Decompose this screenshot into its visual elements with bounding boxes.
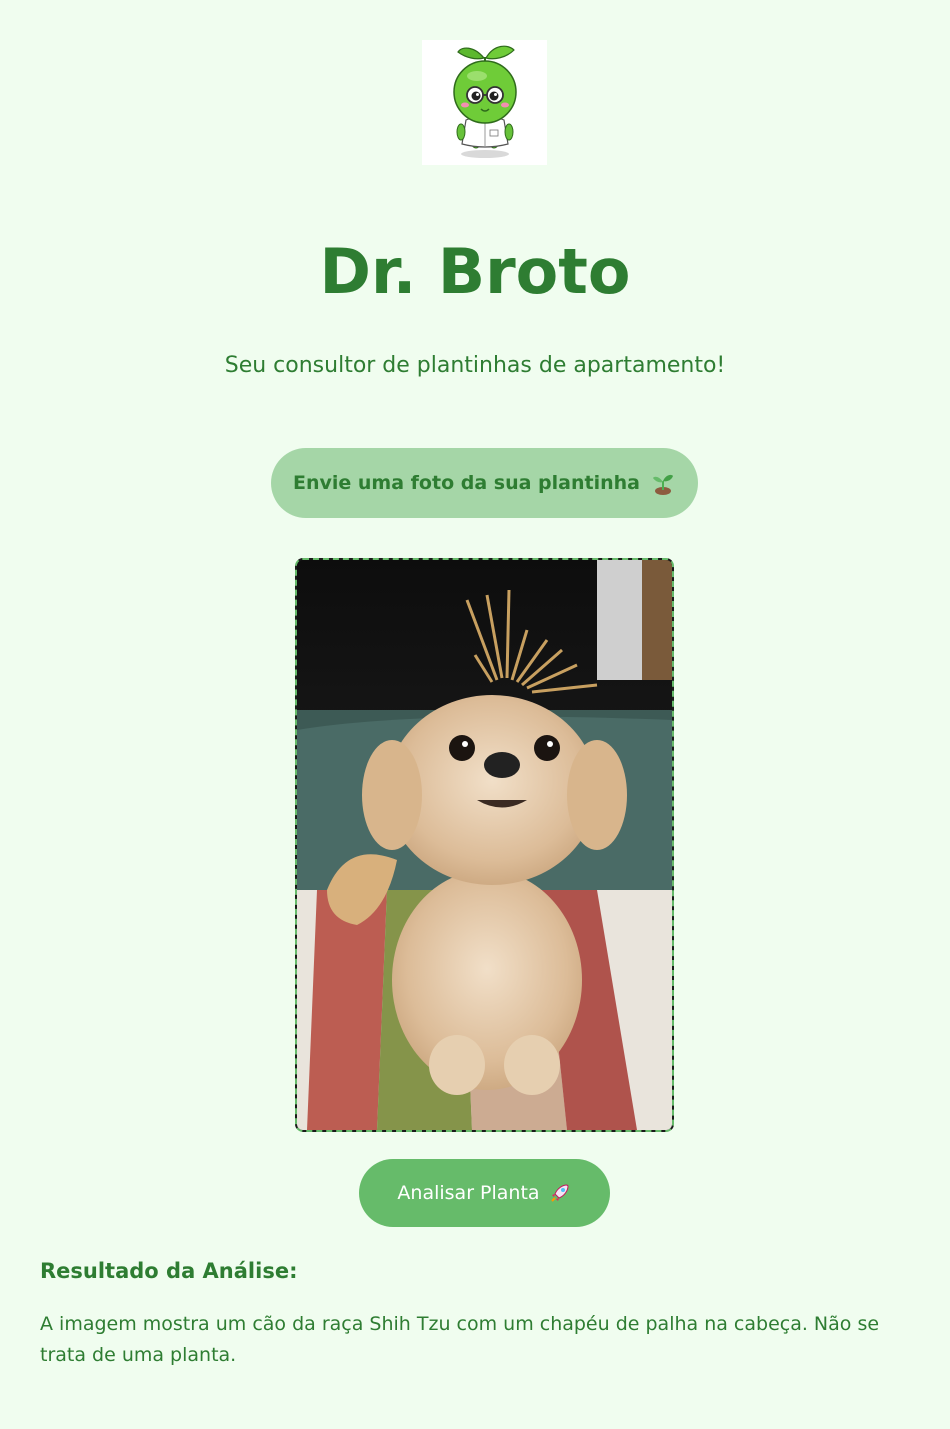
result-heading: Resultado da Análise: [40, 1259, 298, 1283]
rocket-icon [548, 1181, 572, 1205]
result-text: A imagem mostra um cão da raça Shih Tzu … [40, 1313, 880, 1366]
analyze-plant-label: Analisar Planta [397, 1182, 540, 1204]
analyze-plant-button[interactable]: Analisar Planta [359, 1159, 610, 1227]
page-title: Dr. Broto [319, 235, 631, 308]
sprout-doctor-mascot-icon [453, 45, 517, 158]
upload-photo-button[interactable]: Envie uma foto da sua plantinha [271, 448, 698, 518]
uploaded-photo [297, 560, 672, 1130]
page-subtitle: Seu consultor de plantinhas de apartamen… [224, 353, 726, 378]
image-preview [295, 558, 674, 1132]
sprout-icon [650, 470, 676, 496]
upload-photo-label: Envie uma foto da sua plantinha [293, 472, 640, 494]
logo [422, 40, 547, 165]
